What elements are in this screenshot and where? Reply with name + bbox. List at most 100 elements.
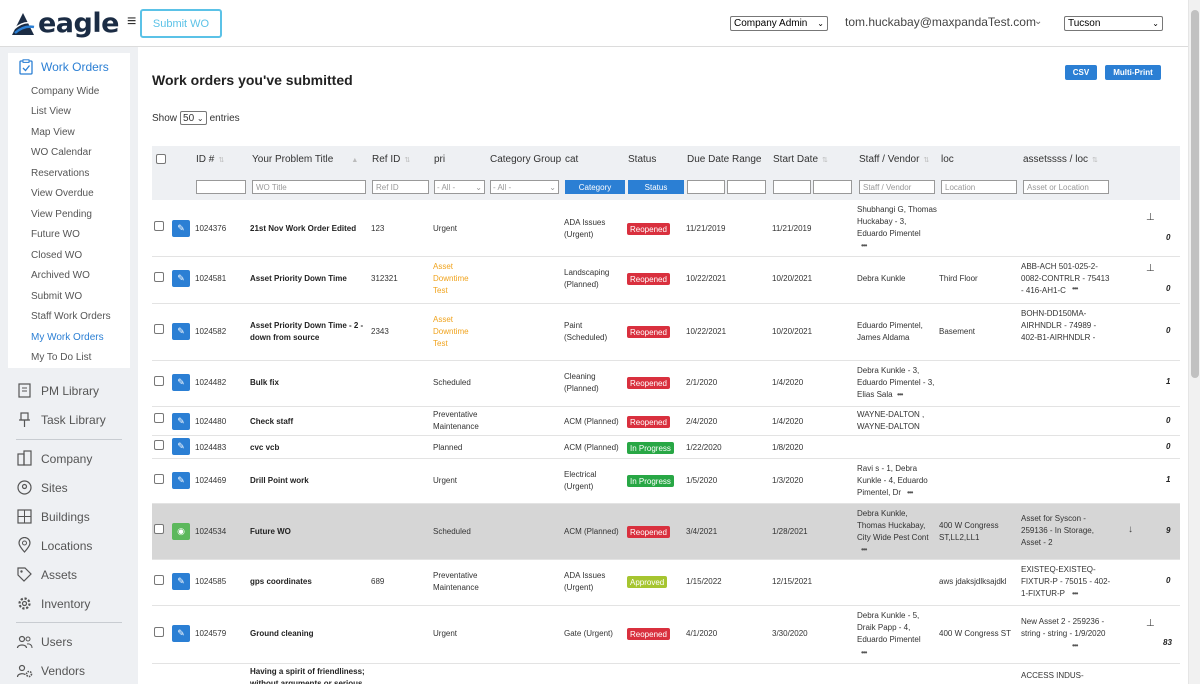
submenu-closed-wo[interactable]: Closed WO xyxy=(8,245,130,266)
start-to-input[interactable] xyxy=(813,180,852,194)
edit-wo-button[interactable]: ✎ xyxy=(172,270,190,287)
more-dots-icon[interactable]: ••• xyxy=(907,488,913,497)
col-staff[interactable]: Staff / Vendor ⇅ xyxy=(859,154,929,165)
status-filter-button[interactable]: Status xyxy=(628,180,684,194)
col-ref[interactable]: Ref ID ⇅ xyxy=(372,154,410,165)
edit-wo-button[interactable]: ✎ xyxy=(172,573,190,590)
entries-select[interactable]: 50 ⌄ xyxy=(180,111,207,125)
cell-title[interactable]: Having a spirit of friendliness; without… xyxy=(250,666,370,684)
multi-print-button[interactable]: Multi-Print xyxy=(1105,65,1161,80)
sidebar-item-buildings[interactable]: Buildings xyxy=(16,508,90,525)
submenu-reservations[interactable]: Reservations xyxy=(8,163,130,184)
sidebar-item-company[interactable]: Company xyxy=(16,450,92,467)
hamburger-menu-icon[interactable]: ≡ xyxy=(127,13,136,31)
cell-title[interactable]: 21st Nov Work Order Edited xyxy=(250,223,365,235)
cell-title[interactable]: Future WO xyxy=(250,526,291,538)
select-all-checkbox[interactable] xyxy=(156,154,166,164)
role-select[interactable]: Company Admin ⌄ xyxy=(730,16,828,31)
user-menu-chevron-icon[interactable]: ⌄ xyxy=(1034,16,1042,27)
row-checkbox[interactable] xyxy=(154,272,164,282)
sidebar-item-locations[interactable]: Locations xyxy=(16,537,92,554)
asset-filter-input[interactable]: Asset or Location xyxy=(1023,180,1109,194)
table-row[interactable]: ◉ 1024534 Future WO Scheduled ACM (Plann… xyxy=(152,504,1180,560)
sidebar-item-vendors[interactable]: Vendors xyxy=(16,662,85,679)
submenu-map-view[interactable]: Map View xyxy=(8,122,130,143)
catgroup-filter-select[interactable]: - All - ⌄ xyxy=(490,180,559,194)
sidebar-item-sites[interactable]: Sites xyxy=(16,479,68,496)
table-row[interactable]: ✎ 1024469 Drill Point work Urgent Electr… xyxy=(152,459,1180,504)
edit-wo-button[interactable]: ✎ xyxy=(172,374,190,391)
more-dots-icon[interactable]: ••• xyxy=(861,648,867,657)
title-filter-input[interactable]: WO Title xyxy=(252,180,366,194)
edit-wo-button[interactable]: ✎ xyxy=(172,323,190,340)
table-row[interactable]: ✎ 1024480 Check staff Preventative Maint… xyxy=(152,407,1180,436)
edit-wo-button[interactable]: ✎ xyxy=(172,438,190,455)
pin-icon[interactable]: ⊥ xyxy=(1146,263,1155,274)
col-due-date[interactable]: Due Date Range xyxy=(687,154,762,165)
row-checkbox[interactable] xyxy=(154,474,164,484)
cell-title[interactable]: Bulk fix xyxy=(250,377,279,389)
due-to-input[interactable] xyxy=(727,180,766,194)
table-row[interactable]: Having a spirit of friendliness; without… xyxy=(152,664,1180,684)
cell-title[interactable]: Check staff xyxy=(250,416,293,428)
pri-filter-select[interactable]: - All - ⌄ xyxy=(434,180,485,194)
table-row[interactable]: ✎ 1024579 Ground cleaning Urgent Gate (U… xyxy=(152,606,1180,664)
table-row[interactable]: ✎ 1024582 Asset Priority Down Time - 2 -… xyxy=(152,304,1180,361)
row-checkbox[interactable] xyxy=(154,524,164,534)
col-assets[interactable]: assetssss / loc ⇅ xyxy=(1023,154,1098,165)
edit-wo-button[interactable]: ✎ xyxy=(172,625,190,642)
col-id[interactable]: ID # ⇅ xyxy=(196,154,224,165)
category-filter-button[interactable]: Category xyxy=(565,180,625,194)
start-from-input[interactable] xyxy=(773,180,811,194)
pin-icon[interactable]: ⊥ xyxy=(1146,618,1155,629)
col-pri[interactable]: pri xyxy=(434,154,445,165)
table-row[interactable]: ✎ 1024376 21st Nov Work Order Edited 123… xyxy=(152,200,1180,257)
user-email[interactable]: tom.huckabay@maxpandaTest.com xyxy=(845,15,1036,29)
eagle-logo[interactable]: eagle xyxy=(10,8,119,39)
submenu-submit-wo[interactable]: Submit WO xyxy=(8,286,130,307)
cell-title[interactable]: Asset Priority Down Time - 2 - down from… xyxy=(250,320,368,344)
table-row[interactable]: ✎ 1024585 gps coordinates 689 Preventati… xyxy=(152,560,1180,606)
cell-title[interactable]: Ground cleaning xyxy=(250,628,314,640)
more-dots-icon[interactable]: ••• xyxy=(1072,589,1078,598)
submenu-archived-wo[interactable]: Archived WO xyxy=(8,266,130,287)
col-category-group[interactable]: Category Group xyxy=(490,154,561,165)
col-status[interactable]: Status xyxy=(628,154,656,165)
edit-wo-button[interactable]: ✎ xyxy=(172,413,190,430)
more-dots-icon[interactable]: ••• xyxy=(861,241,867,250)
sidebar-item-users[interactable]: Users xyxy=(16,633,72,650)
edit-wo-button[interactable]: ✎ xyxy=(172,220,190,237)
sidebar-item-assets[interactable]: Assets xyxy=(16,566,77,583)
table-row[interactable]: ✎ 1024483 cvc vcb Planned ACM (Planned) … xyxy=(152,436,1180,459)
more-dots-icon[interactable]: ••• xyxy=(861,545,867,554)
submenu-view-pending[interactable]: View Pending xyxy=(8,204,130,225)
sidebar-item-work-orders[interactable]: Work Orders xyxy=(8,53,130,81)
staff-filter-input[interactable]: Staff / Vendor xyxy=(859,180,935,194)
arrow-down-icon[interactable]: ↓ xyxy=(1128,524,1133,535)
sidebar-item-task-library[interactable]: Task Library xyxy=(16,411,106,428)
cell-title[interactable]: Drill Point work xyxy=(250,475,309,487)
table-row[interactable]: ✎ 1024581 Asset Priority Down Time 31232… xyxy=(152,257,1180,304)
submit-wo-button[interactable]: Submit WO xyxy=(140,9,222,38)
submenu-view-overdue[interactable]: View Overdue xyxy=(8,184,130,205)
page-scrollbar[interactable] xyxy=(1188,0,1200,684)
row-checkbox[interactable] xyxy=(154,627,164,637)
row-checkbox[interactable] xyxy=(154,324,164,334)
col-start-date[interactable]: Start Date ⇅ xyxy=(773,154,828,165)
submenu-my-to-do-list[interactable]: My To Do List xyxy=(8,348,130,369)
row-checkbox[interactable] xyxy=(154,413,164,423)
id-filter-input[interactable] xyxy=(196,180,246,194)
row-checkbox[interactable] xyxy=(154,575,164,585)
col-cat[interactable]: cat xyxy=(565,154,578,165)
submenu-list-view[interactable]: List View xyxy=(8,102,130,123)
table-row[interactable]: ✎ 1024482 Bulk fix Scheduled Cleaning (P… xyxy=(152,361,1180,407)
due-from-input[interactable] xyxy=(687,180,725,194)
submenu-wo-calendar[interactable]: WO Calendar xyxy=(8,143,130,164)
more-dots-icon[interactable]: ••• xyxy=(897,390,903,399)
row-checkbox[interactable] xyxy=(154,376,164,386)
edit-wo-button[interactable]: ✎ xyxy=(172,472,190,489)
ref-filter-input[interactable]: Ref ID xyxy=(372,180,429,194)
sidebar-item-pm-library[interactable]: PM Library xyxy=(16,382,99,399)
sidebar-item-inventory[interactable]: Inventory xyxy=(16,595,90,612)
submenu-future-wo[interactable]: Future WO xyxy=(8,225,130,246)
